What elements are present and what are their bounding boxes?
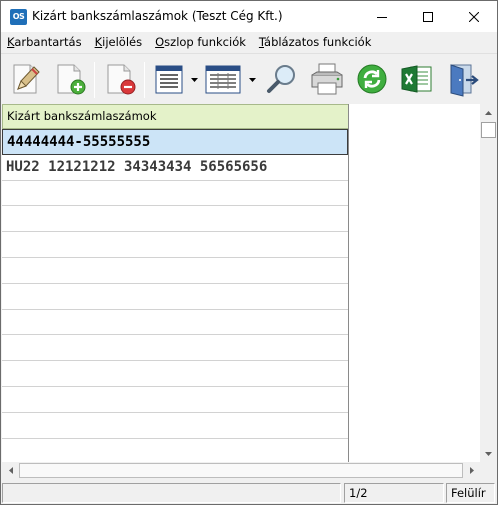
minimize-icon: [377, 16, 387, 18]
scroll-left-button[interactable]: [2, 462, 19, 479]
empty-row[interactable]: [2, 310, 348, 336]
empty-row[interactable]: [2, 181, 348, 207]
triangle-up-icon: [485, 110, 492, 115]
excel-export-icon: [401, 65, 432, 93]
title-bar[interactable]: OS Kizárt bankszámlaszámok (Teszt Cég Kf…: [1, 1, 497, 32]
edit-button[interactable]: [6, 59, 46, 99]
new-record-button[interactable]: [50, 59, 90, 99]
new-document-icon: [57, 64, 86, 95]
search-magnifier-icon: [267, 65, 295, 93]
triangle-left-icon: [8, 467, 13, 474]
table-view-button[interactable]: [203, 59, 243, 99]
scroll-right-button[interactable]: [463, 462, 480, 479]
empty-row[interactable]: [2, 206, 348, 233]
maximize-icon: [423, 11, 433, 22]
table-row[interactable]: HU22 12121212 34343434 56565656: [2, 155, 348, 181]
status-page-indicator: 1/2: [344, 483, 444, 503]
status-message-panel: [2, 483, 341, 503]
status-edit-mode: Felülír: [446, 483, 495, 503]
vertical-scrollbar[interactable]: [480, 104, 497, 462]
exit-door-icon: [450, 64, 479, 97]
empty-row[interactable]: [2, 258, 348, 284]
close-icon: [469, 11, 479, 22]
refresh-icon: [357, 64, 387, 94]
delete-document-icon: [107, 64, 136, 95]
menu-kijeloles[interactable]: Kijelölés: [95, 35, 143, 49]
list-view-dropdown[interactable]: [190, 76, 198, 84]
empty-row[interactable]: [2, 413, 348, 439]
empty-row[interactable]: [2, 284, 348, 310]
print-button[interactable]: [307, 59, 347, 99]
toolbar-separator: [144, 62, 145, 98]
printer-icon: [311, 63, 343, 95]
list-view-icon: [155, 65, 183, 94]
table-view-icon: [205, 65, 241, 94]
triangle-right-icon: [469, 467, 474, 474]
horizontal-scrollbar[interactable]: [2, 462, 480, 479]
grid-area: Kizárt bankszámlaszámok 44444444-5555555…: [2, 104, 480, 462]
triangle-down-icon: [485, 451, 492, 456]
table-view-dropdown[interactable]: [248, 76, 256, 84]
exit-button[interactable]: [442, 59, 482, 99]
window-title: Kizárt bankszámlaszámok (Teszt Cég Kft.): [32, 9, 283, 23]
menu-karbantartas[interactable]: Karbantartás: [7, 35, 82, 49]
list-view-button[interactable]: [149, 59, 189, 99]
toolbar: [1, 53, 497, 103]
menu-oszlop-funkciok[interactable]: Oszlop funkciók: [155, 35, 246, 49]
scroll-up-button[interactable]: [480, 104, 497, 121]
menu-bar: Karbantartás Kijelölés Oszlop funkciók T…: [1, 32, 497, 52]
delete-record-button[interactable]: [100, 59, 140, 99]
status-bar: 1/2 Felülír: [1, 481, 497, 504]
edit-pencil-icon: [13, 64, 40, 94]
empty-row[interactable]: [2, 335, 348, 362]
refresh-button[interactable]: [352, 59, 392, 99]
data-grid[interactable]: Kizárt bankszámlaszámok 44444444-5555555…: [2, 104, 349, 462]
column-header-kizart-bankszamlaszamok[interactable]: Kizárt bankszámlaszámok: [2, 104, 348, 129]
chevron-down-icon: [248, 78, 256, 82]
close-button[interactable]: [451, 1, 497, 32]
app-logo-icon[interactable]: OS: [10, 9, 27, 25]
search-button[interactable]: [262, 59, 302, 99]
empty-row[interactable]: [2, 439, 348, 462]
minimize-button[interactable]: [359, 1, 405, 32]
menu-tablazatos-funkciok[interactable]: Táblázatos funkciók: [259, 35, 372, 49]
maximize-button[interactable]: [405, 1, 451, 32]
scroll-down-button[interactable]: [480, 445, 497, 462]
main-window: OS Kizárt bankszámlaszámok (Teszt Cég Kf…: [0, 0, 498, 505]
chevron-down-icon: [190, 78, 198, 82]
scrollbar-corner: [480, 462, 497, 479]
empty-row[interactable]: [2, 361, 348, 387]
empty-row[interactable]: [2, 387, 348, 413]
vertical-scroll-thumb[interactable]: [481, 122, 496, 138]
empty-row[interactable]: [2, 232, 348, 258]
table-row[interactable]: 44444444-55555555: [2, 129, 348, 155]
excel-export-button[interactable]: [397, 59, 437, 99]
horizontal-scroll-thumb[interactable]: [19, 463, 463, 478]
toolbar-separator: [94, 62, 95, 98]
